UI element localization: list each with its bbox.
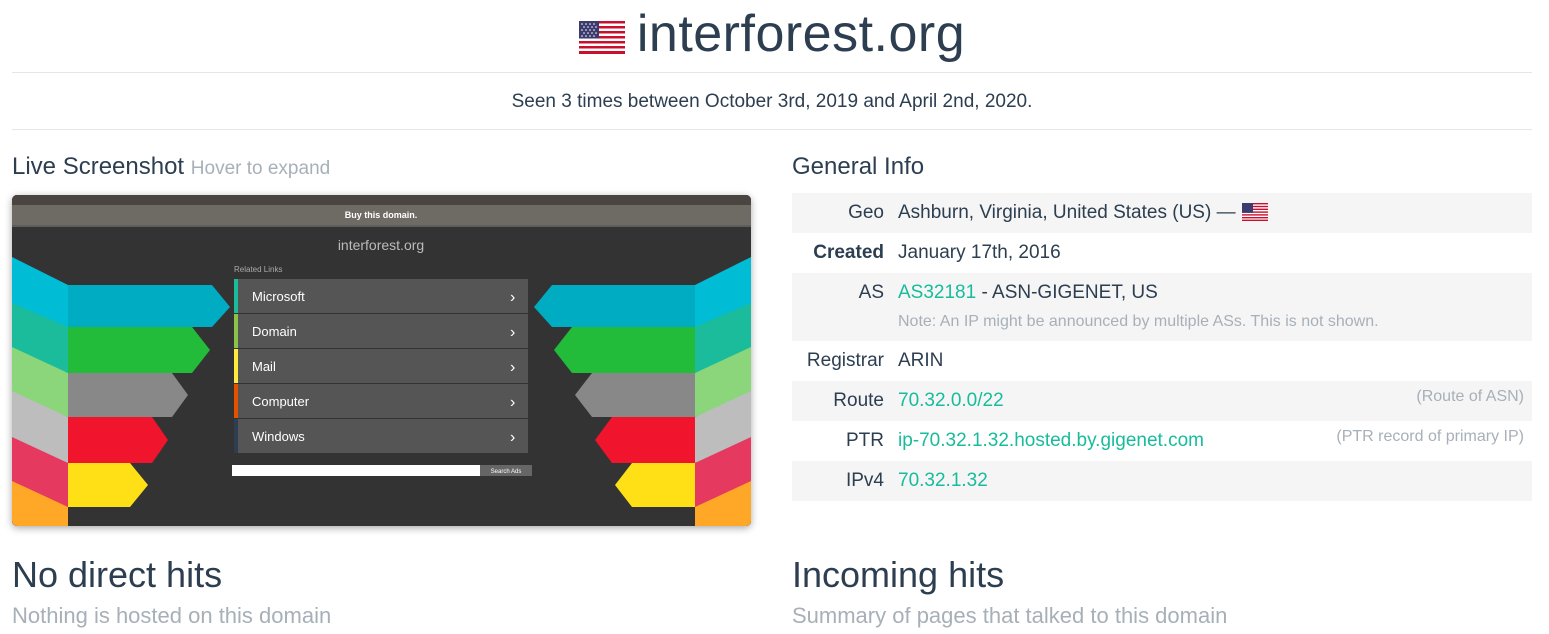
route-note: (Route of ASN) <box>1416 388 1524 405</box>
registrar-row: Registrar ARIN <box>792 341 1532 381</box>
as-name: - ASN-GIGENET, US <box>976 282 1158 303</box>
registrar-value: ARIN <box>898 350 944 371</box>
section-heading: Live Screenshot Hover to expand <box>12 150 752 186</box>
screenshot-title: Live Screenshot <box>12 153 185 180</box>
svg-text:›: › <box>510 394 515 411</box>
general-info-section: General Info Geo Ashburn, Virginia, Unit… <box>792 150 1532 501</box>
geo-label: Geo <box>848 202 884 223</box>
ptr-row: PTR ip-70.32.1.32.hosted.by.gigenet.com … <box>792 421 1532 461</box>
us-flag-icon <box>1241 203 1268 221</box>
related-link: Computer <box>252 394 310 409</box>
registrar-label: Registrar <box>806 350 884 371</box>
ptr-note: (PTR record of primary IP) <box>1336 428 1524 445</box>
svg-text:›: › <box>510 289 515 306</box>
live-screenshot-section: Live Screenshot Hover to expand Buy this… <box>12 150 752 526</box>
domain-title: interforest.org <box>636 5 966 63</box>
ipv4-row: IPv4 70.32.1.32 <box>792 461 1532 501</box>
geo-row: Geo Ashburn, Virginia, United States (US… <box>792 193 1532 233</box>
incoming-hits-subtitle: Summary of pages that talked to this dom… <box>792 603 1228 628</box>
hover-hint: Hover to expand <box>190 158 331 179</box>
as-value: AS32181 - ASN-GIGENET, US Note: An IP mi… <box>898 273 1379 341</box>
related-link: Mail <box>252 359 276 374</box>
incoming-hits-section: Incoming hits Summary of pages that talk… <box>792 553 1227 631</box>
related-link: Microsoft <box>252 289 305 304</box>
created-row: Created January 17th, 2016 <box>792 233 1532 273</box>
screenshot-image: Buy this domain. interforest.org Related… <box>12 195 751 526</box>
related-links-list: Microsoft › Domain › Mail › Computer › W… <box>234 279 528 453</box>
info-table: Geo Ashburn, Virginia, United States (US… <box>792 193 1532 501</box>
as-note: Note: An IP might be announced by multip… <box>898 313 1379 330</box>
route-row: Route 70.32.0.0/22 (Route of ASN) <box>792 381 1532 421</box>
ipv4-link[interactable]: 70.32.1.32 <box>898 470 988 491</box>
general-info-title: General Info <box>792 153 925 180</box>
site-screenshot[interactable]: Buy this domain. interforest.org Related… <box>12 195 751 526</box>
related-link: Windows <box>252 429 305 444</box>
svg-text:›: › <box>510 429 515 446</box>
incoming-hits-title: Incoming hits <box>792 554 1005 595</box>
site-domain: interforest.org <box>338 237 424 253</box>
ipv4-label: IPv4 <box>845 470 884 491</box>
created-value: January 17th, 2016 <box>898 242 1061 263</box>
as-label: AS <box>858 282 884 303</box>
geo-value: Ashburn, Virginia, United States (US) — <box>898 193 1268 233</box>
search-ads-button: Search Ads <box>491 469 522 475</box>
svg-text:›: › <box>510 359 515 376</box>
related-link: Domain <box>252 324 297 339</box>
seen-summary: Seen 3 times between October 3rd, 2019 a… <box>12 73 1532 130</box>
as-row: AS AS32181 - ASN-GIGENET, US Note: An IP… <box>792 273 1532 341</box>
direct-hits-title: No direct hits <box>12 554 223 595</box>
as-link[interactable]: AS32181 <box>898 282 976 303</box>
ptr-label: PTR <box>846 430 884 451</box>
route-label: Route <box>833 390 884 411</box>
svg-text:›: › <box>510 324 515 341</box>
related-label: Related Links <box>234 265 282 274</box>
geo-text: Ashburn, Virginia, United States (US) — <box>898 202 1236 223</box>
created-label: Created <box>813 242 884 263</box>
direct-hits-subtitle: Nothing is hosted on this domain <box>12 603 332 628</box>
us-flag-icon <box>578 20 625 54</box>
ptr-link[interactable]: ip-70.32.1.32.hosted.by.gigenet.com <box>898 430 1204 451</box>
page-header: interforest.org <box>12 0 1532 73</box>
direct-hits-section: No direct hits Nothing is hosted on this… <box>12 553 331 631</box>
buy-banner: Buy this domain. <box>345 210 418 220</box>
route-link[interactable]: 70.32.0.0/22 <box>898 390 1004 411</box>
